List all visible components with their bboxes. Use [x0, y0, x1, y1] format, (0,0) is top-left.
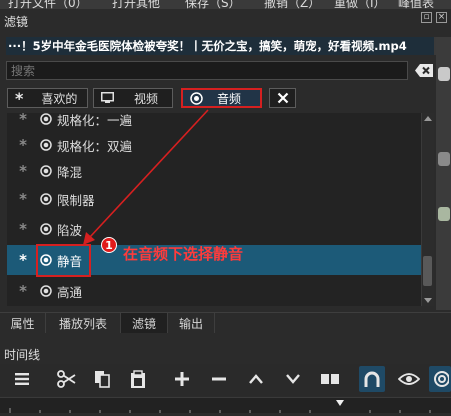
menu-save[interactable]: 保存（S）	[185, 0, 241, 9]
down-icon[interactable]	[280, 366, 306, 392]
tab-audio[interactable]: 音频	[181, 88, 262, 108]
audio-filter-icon	[40, 285, 52, 297]
list-item[interactable]: * 陷波	[7, 216, 421, 242]
favorite-star-icon[interactable]: *	[17, 113, 29, 128]
list-item[interactable]: * 规格化：双遍	[7, 132, 421, 158]
timeline-ruler[interactable]	[0, 397, 451, 413]
audio-filter-icon	[40, 139, 52, 151]
scroll-down-icon[interactable]	[424, 298, 432, 304]
list-item[interactable]: * 高通	[7, 278, 421, 304]
tab-video-label: 视频	[134, 91, 159, 106]
scrollbar-thumb[interactable]	[423, 256, 432, 286]
star-icon: *	[15, 88, 24, 108]
ripple-icon[interactable]	[429, 366, 451, 392]
preview-fragment	[438, 152, 450, 166]
menu-redo[interactable]: 重做（I）	[334, 0, 386, 9]
step-number-badge: 1	[101, 237, 117, 253]
favorite-star-icon[interactable]: *	[17, 162, 29, 180]
copy-icon[interactable]	[89, 366, 115, 392]
tab-favorites-label: 喜欢的	[41, 91, 78, 106]
tab-favorites[interactable]: * 喜欢的	[7, 88, 88, 108]
favorite-star-icon[interactable]: *	[17, 136, 29, 154]
close-panel-icon[interactable]: ×	[436, 12, 447, 23]
menu-icon[interactable]	[9, 366, 35, 392]
audio-filter-icon	[40, 165, 52, 177]
list-item[interactable]: * 降混	[7, 158, 421, 184]
tab-video[interactable]: 视频	[93, 88, 173, 108]
audio-filter-icon	[40, 193, 52, 205]
paste-icon[interactable]	[125, 366, 151, 392]
menu-undo[interactable]: 撤销（Z）	[264, 0, 320, 9]
search-input[interactable]	[6, 61, 408, 80]
filter-label: 陷波	[57, 222, 83, 238]
tab-playlist[interactable]: 播放列表	[46, 313, 121, 333]
panel-controls: ▫ ×	[421, 12, 447, 23]
audio-filter-icon	[40, 223, 52, 235]
favorite-star-icon[interactable]: *	[17, 190, 29, 208]
filter-list[interactable]: * 规格化：一遍 * 规格化：双遍 * 降混 * 限制器 * 陷波 * 静音 *…	[7, 113, 421, 306]
list-item[interactable]: * 规格化：一遍	[7, 113, 421, 132]
tab-filters[interactable]: 滤镜	[121, 313, 168, 333]
favorite-star-icon[interactable]: *	[17, 282, 29, 300]
annotation-highlight-box	[36, 244, 91, 277]
ruler-ticks	[9, 400, 431, 413]
preview-fragment	[438, 67, 450, 81]
favorite-star-icon[interactable]: *	[17, 251, 29, 269]
menu-open-file[interactable]: 打开文件（0）	[8, 0, 88, 9]
menu-open-other[interactable]: 打开其他	[112, 0, 160, 9]
split-icon[interactable]	[317, 366, 343, 392]
scroll-up-icon[interactable]	[424, 115, 432, 121]
minus-icon[interactable]	[206, 366, 232, 392]
speaker-icon	[190, 91, 203, 105]
close-button[interactable]	[269, 88, 296, 108]
tab-audio-label: 音频	[217, 91, 242, 106]
filter-label: 限制器	[57, 192, 95, 208]
list-item[interactable]: * 限制器	[7, 186, 421, 212]
timeline-title: 时间线	[4, 348, 41, 362]
filter-label: 高通	[57, 284, 83, 300]
current-file-name: ···！5岁中年金毛医院体检被夸奖！丨无价之宝，搞笑，萌宠，好看视频.mp4	[6, 37, 434, 55]
scrub-icon[interactable]	[396, 366, 422, 392]
panel-title: 滤镜	[4, 15, 29, 29]
snap-icon[interactable]	[359, 366, 385, 392]
filter-label: 规格化：一遍	[57, 113, 133, 128]
up-icon[interactable]	[243, 366, 269, 392]
annotation-text: 在音频下选择静音	[123, 245, 244, 263]
close-icon	[277, 92, 288, 104]
filter-label: 降混	[57, 164, 83, 180]
menu-bar: 打开文件（0） 打开其他 保存（S） 撤销（Z） 重做（I） 峰值表	[0, 0, 451, 9]
tab-properties[interactable]: 属性	[0, 313, 46, 333]
plus-icon[interactable]	[169, 366, 195, 392]
favorite-star-icon[interactable]: *	[17, 220, 29, 238]
monitor-icon	[101, 92, 114, 104]
cut-icon[interactable]	[53, 366, 79, 392]
menu-peak-meter[interactable]: 峰值表	[398, 0, 434, 9]
playhead-icon	[336, 400, 344, 406]
filter-label: 规格化：双遍	[57, 138, 133, 154]
preview-edge	[436, 37, 451, 310]
audio-filter-icon	[40, 113, 52, 125]
clear-search-icon[interactable]	[414, 63, 434, 78]
preview-fragment	[438, 207, 450, 221]
tab-output[interactable]: 输出	[168, 313, 215, 333]
float-icon[interactable]: ▫	[421, 12, 432, 23]
